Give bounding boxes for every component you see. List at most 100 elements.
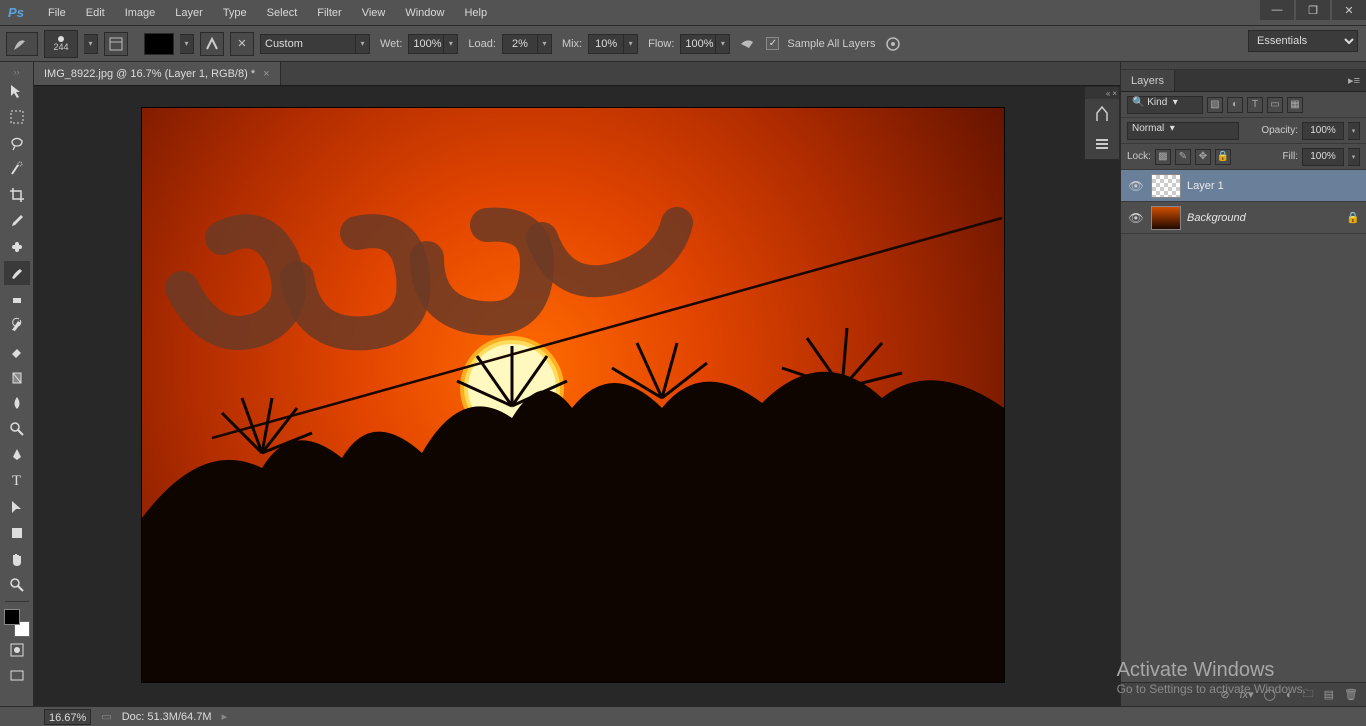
preset-dropdown[interactable]: ▾ [356,34,370,54]
color-dropdown[interactable]: ▾ [180,34,194,54]
brushes-panel-icon[interactable] [1085,99,1119,129]
filter-pixel-icon[interactable]: ▧ [1207,97,1223,113]
collapsed-brush-panel[interactable]: «× [1084,86,1120,160]
current-color-swatch[interactable] [144,33,174,55]
lock-position-icon[interactable]: ✥ [1195,149,1211,165]
layer-thumbnail[interactable] [1151,206,1181,230]
quick-mask-toggle[interactable] [4,638,30,662]
opacity-dropdown[interactable]: ▾ [1348,122,1360,140]
visibility-toggle-icon[interactable]: 👁 [1127,179,1145,193]
airbrush-toggle[interactable] [736,32,760,56]
opacity-value[interactable]: 100% [1302,122,1344,140]
lock-transparency-icon[interactable]: ▩ [1155,149,1171,165]
layer-thumbnail[interactable] [1151,174,1181,198]
link-layers-icon[interactable]: ⊘ [1220,688,1229,701]
workspace-switcher[interactable]: Essentials [1248,30,1358,52]
mix-dropdown[interactable]: ▾ [624,34,638,54]
brush-preview[interactable]: 244 [44,30,78,58]
layer-fx-icon[interactable]: fx▾ [1240,688,1254,701]
brush-presets-panel-icon[interactable] [1085,129,1119,159]
type-tool[interactable]: T [4,469,30,493]
fill-dropdown[interactable]: ▾ [1348,148,1360,166]
lasso-tool[interactable] [4,131,30,155]
brush-dropdown[interactable]: ▾ [84,34,98,54]
menu-filter[interactable]: Filter [307,0,351,26]
color-fg-bg-swatch[interactable] [4,609,30,637]
panel-collapse-icon[interactable]: « [1106,89,1110,98]
menu-select[interactable]: Select [257,0,308,26]
window-restore-button[interactable]: ❐ [1296,0,1330,20]
load-dropdown[interactable]: ▾ [538,34,552,54]
doc-sizes[interactable]: Doc: 51.3M/64.7M [122,711,212,723]
mixer-brush-tool[interactable] [4,261,30,285]
blend-mode-select[interactable]: Normal ▾ [1127,122,1239,140]
menu-image[interactable]: Image [115,0,166,26]
layer-name[interactable]: Background [1187,212,1246,224]
menu-view[interactable]: View [352,0,396,26]
menu-type[interactable]: Type [213,0,257,26]
menu-help[interactable]: Help [454,0,497,26]
eraser-tool[interactable] [4,339,30,363]
filter-adjust-icon[interactable]: ◐ [1227,97,1243,113]
window-close-button[interactable]: ✕ [1332,0,1366,20]
zoom-tool[interactable] [4,573,30,597]
document-tab[interactable]: IMG_8922.jpg @ 16.7% (Layer 1, RGB/8) * … [34,62,281,85]
dodge-tool[interactable] [4,417,30,441]
sample-all-checkbox[interactable]: ✓ [766,37,779,50]
load-value[interactable]: 2% [502,34,538,54]
layer-row[interactable]: 👁 Layer 1 [1121,170,1366,202]
layers-tab[interactable]: Layers [1121,70,1175,91]
screen-mode-toggle[interactable] [4,664,30,688]
healing-brush-tool[interactable] [4,235,30,259]
lock-all-icon[interactable]: 🔒 [1215,149,1231,165]
tablet-pressure-toggle[interactable] [881,32,905,56]
clean-brush-button[interactable]: ✕ [230,32,254,56]
toolbox-handle[interactable]: ›› [2,68,32,76]
layer-filter-kind[interactable]: 🔍 Kind ▾ [1127,96,1203,114]
shape-tool[interactable] [4,521,30,545]
clone-stamp-tool[interactable] [4,287,30,311]
load-brush-button[interactable] [200,32,224,56]
eyedropper-tool[interactable] [4,209,30,233]
pen-tool[interactable] [4,443,30,467]
panel-close-icon[interactable]: × [1112,89,1117,98]
flow-value[interactable]: 100% [680,34,716,54]
scratch-sizes-icon[interactable]: ▭ [101,710,111,723]
menu-file[interactable]: File [38,0,76,26]
fill-value[interactable]: 100% [1302,148,1344,166]
panel-menu-icon[interactable]: ▸≡ [1342,70,1366,91]
canvas[interactable] [142,108,1004,682]
crop-tool[interactable] [4,183,30,207]
menu-layer[interactable]: Layer [165,0,213,26]
blur-tool[interactable] [4,391,30,415]
tool-preset-picker[interactable] [6,32,38,56]
canvas-viewport[interactable]: «× [34,86,1120,706]
wet-dropdown[interactable]: ▾ [444,34,458,54]
gradient-tool[interactable] [4,365,30,389]
layer-group-icon[interactable]: 🗀 [1303,685,1314,704]
status-dropdown-icon[interactable]: ▸ [222,710,228,723]
history-brush-tool[interactable] [4,313,30,337]
marquee-tool[interactable] [4,105,30,129]
wet-value[interactable]: 100% [408,34,444,54]
window-minimize-button[interactable]: — [1260,0,1294,20]
brush-preset-select[interactable]: Custom [260,34,356,54]
filter-smart-icon[interactable]: ▦ [1287,97,1303,113]
layer-mask-icon[interactable]: ◯ [1264,688,1276,701]
layer-name[interactable]: Layer 1 [1187,180,1224,192]
path-select-tool[interactable] [4,495,30,519]
layer-row[interactable]: 👁 Background 🔒 [1121,202,1366,234]
menu-edit[interactable]: Edit [76,0,115,26]
lock-pixels-icon[interactable]: ✎ [1175,149,1191,165]
brush-panel-toggle[interactable] [104,32,128,56]
close-tab-icon[interactable]: × [263,68,269,80]
panel-dock-grip[interactable] [1121,62,1366,70]
adjustment-layer-icon[interactable]: ◐ [1286,689,1293,701]
menu-window[interactable]: Window [395,0,454,26]
flow-dropdown[interactable]: ▾ [716,34,730,54]
hand-tool[interactable] [4,547,30,571]
zoom-level[interactable]: 16.67% [44,709,91,725]
new-layer-icon[interactable]: ▤ [1324,688,1334,701]
filter-type-icon[interactable]: T [1247,97,1263,113]
mix-value[interactable]: 10% [588,34,624,54]
